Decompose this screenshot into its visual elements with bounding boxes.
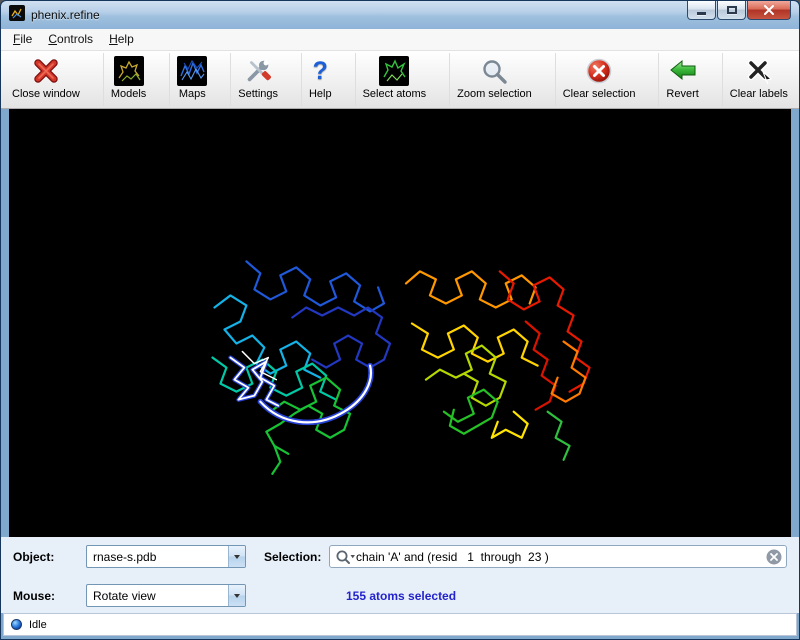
toolbar-label: Maps [179,88,206,100]
revert-icon [668,55,698,87]
minimize-button[interactable] [687,1,716,20]
toolbar-label: Clear labels [730,88,788,100]
molecule-viewport[interactable] [9,109,791,537]
menu-help[interactable]: Help [101,29,142,50]
maps-icon [177,55,207,87]
menu-file[interactable]: File [5,29,40,50]
toolbar-button-settings[interactable]: Settings [230,53,285,106]
mouse-mode-row: Mouse: Rotate view 155 atoms selected [13,584,787,607]
toolbar-label: Select atoms [363,88,427,100]
toolbar: Close window Models Maps Settings ? Help [1,51,799,109]
mouse-mode-dropdown[interactable]: Rotate view [86,584,246,607]
help-icon: ? [313,55,328,87]
maximize-button[interactable] [717,1,746,20]
close-window-icon [33,55,59,87]
mouse-label: Mouse: [13,589,86,603]
status-led-icon [11,619,22,630]
object-dropdown-button[interactable] [228,546,245,567]
object-dropdown[interactable]: rnase-s.pdb [86,545,246,568]
window-controls [686,1,791,20]
toolbar-label: Close window [12,88,80,100]
close-icon [762,4,776,16]
app-window: phenix.refine File Controls Help Close w… [0,0,800,640]
zoom-selection-icon [480,55,508,87]
toolbar-label: Help [309,88,332,100]
chevron-down-icon [234,594,240,598]
close-button[interactable] [747,1,791,20]
object-label: Object: [13,550,86,564]
toolbar-button-help[interactable]: ? Help [301,53,339,106]
toolbar-button-clear-labels[interactable]: Clear labels [722,53,795,106]
toolbar-button-zoom-selection[interactable]: Zoom selection [449,53,539,106]
clear-labels-icon [745,55,773,87]
toolbar-label: Revert [666,88,698,100]
title-bar[interactable]: phenix.refine [1,1,799,29]
toolbar-button-select-atoms[interactable]: Select atoms [355,53,434,106]
window-icon [9,5,25,26]
chevron-down-icon [234,555,240,559]
models-icon [114,55,144,87]
object-selection-row: Object: rnase-s.pdb Selection: [13,545,787,568]
select-atoms-icon [379,55,409,87]
clear-input-icon[interactable] [766,549,782,565]
clear-selection-icon [585,55,613,87]
selection-input[interactable] [356,546,766,567]
maximize-icon [727,6,737,14]
viewport-frame [1,109,799,537]
toolbar-button-close-window[interactable]: Close window [5,53,87,106]
help-glyph: ? [313,59,328,84]
toolbar-button-maps[interactable]: Maps [169,53,214,106]
toolbar-label: Clear selection [563,88,636,100]
molecule-render [9,109,791,537]
search-icon[interactable] [335,549,356,565]
toolbar-button-models[interactable]: Models [103,53,153,106]
toolbar-label: Models [111,88,146,100]
menu-controls[interactable]: Controls [40,29,101,50]
toolbar-button-revert[interactable]: Revert [658,53,705,106]
object-dropdown-value: rnase-s.pdb [87,550,228,564]
toolbar-button-clear-selection[interactable]: Clear selection [555,53,643,106]
toolbar-label: Zoom selection [457,88,532,100]
menu-bar: File Controls Help [1,29,799,51]
status-text: Idle [29,619,47,631]
selection-label: Selection: [246,550,329,564]
atoms-selected-status: 155 atoms selected [346,589,456,603]
toolbar-label: Settings [238,88,278,100]
settings-icon [243,55,273,87]
mouse-mode-value: Rotate view [87,589,228,603]
minimize-icon [697,12,706,15]
mouse-mode-dropdown-button[interactable] [228,585,245,606]
selection-search-box [329,545,787,568]
status-bar: Idle [3,613,797,636]
control-panel: Object: rnase-s.pdb Selection: Mouse: Ro… [1,537,799,613]
window-title: phenix.refine [31,8,100,22]
